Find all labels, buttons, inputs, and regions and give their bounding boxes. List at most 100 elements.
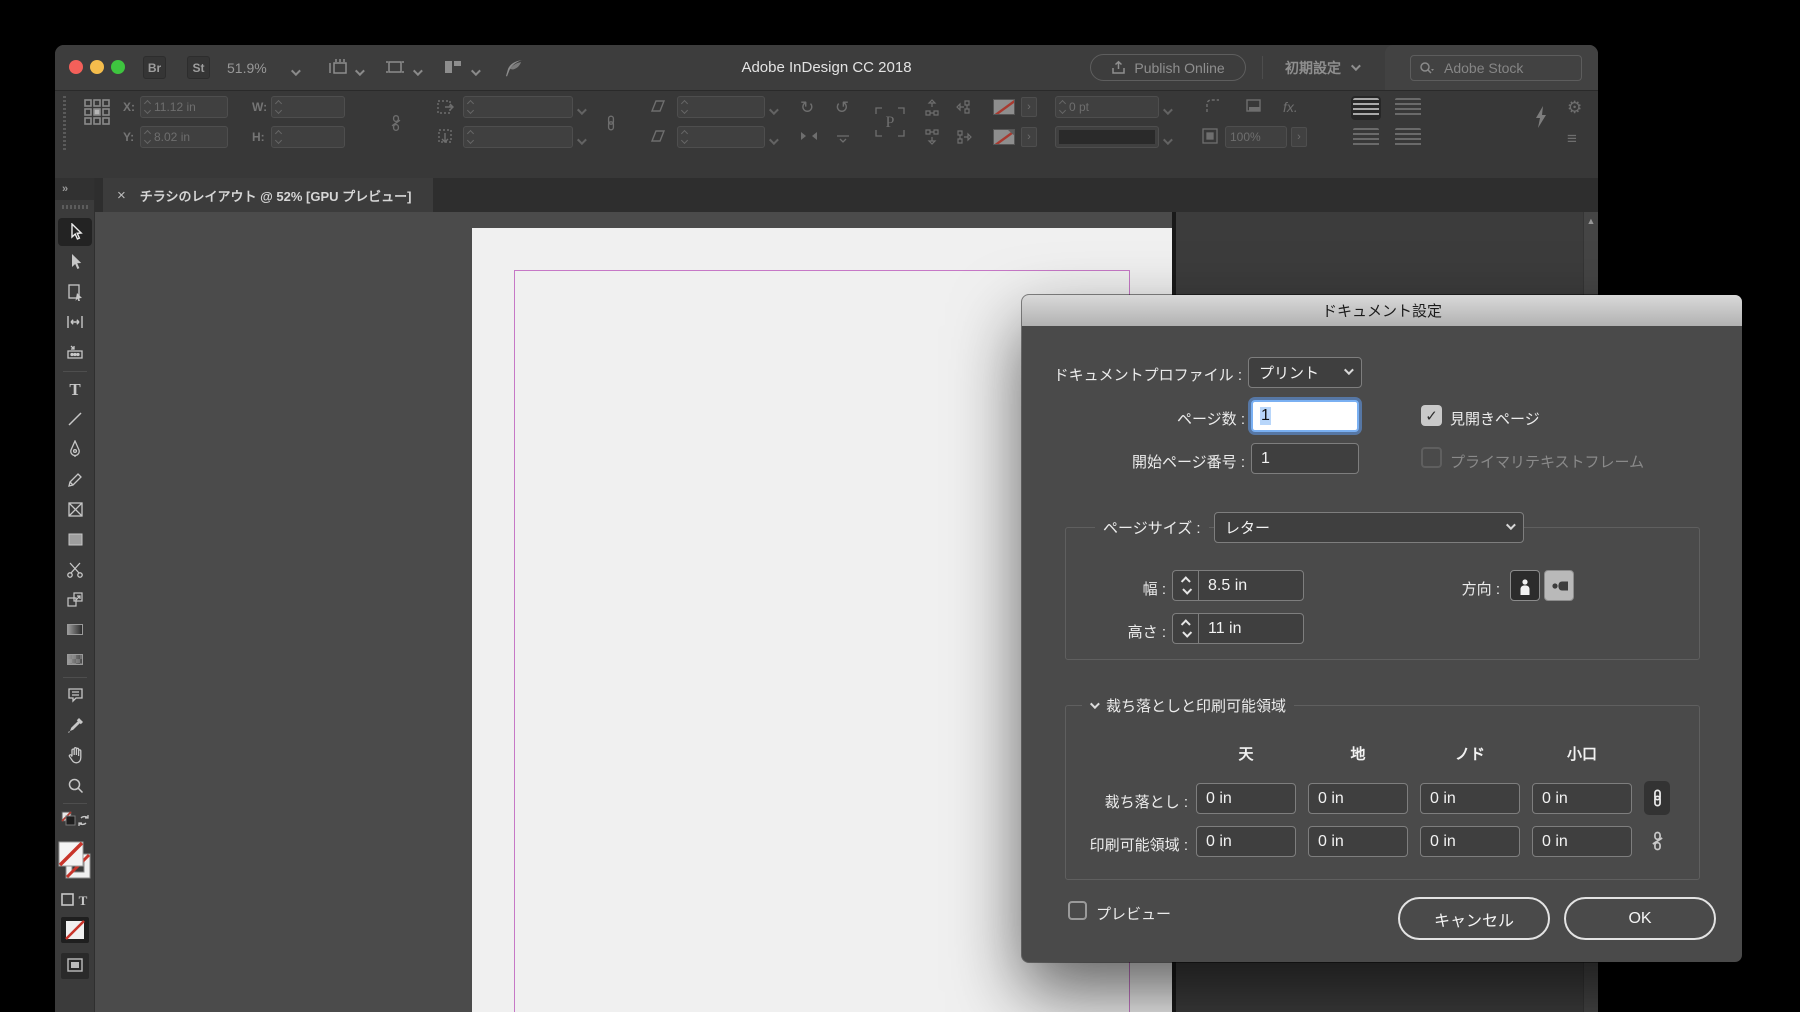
bleed-top-input[interactable]: 0 in (1196, 783, 1296, 814)
reference-point-grid[interactable] (82, 97, 112, 127)
shear-chevron-icon[interactable] (768, 132, 779, 150)
pen-tool[interactable] (55, 435, 95, 463)
stock-search-input[interactable]: Adobe Stock (1410, 55, 1582, 81)
panel-menu-icon[interactable]: ≡ (1567, 129, 1577, 149)
primary-text-frame-checkbox[interactable] (1421, 447, 1442, 468)
tab-close-icon[interactable]: × (117, 187, 126, 204)
apply-color-button[interactable] (55, 914, 95, 946)
gear-icon[interactable]: ⚙ (1567, 98, 1582, 118)
fill-color-more-button[interactable]: › (1021, 127, 1037, 147)
zoom-tool[interactable] (55, 771, 95, 799)
constrain-proportions-broken-link-icon[interactable] (388, 113, 404, 133)
shear-icon[interactable] (650, 99, 666, 113)
fill-color-swatch[interactable] (993, 129, 1015, 145)
stroke-style-dropdown[interactable] (1055, 126, 1159, 148)
start-page-input[interactable]: 1 (1251, 443, 1359, 474)
publish-online-button[interactable]: Publish Online (1090, 54, 1246, 81)
slug-link-button[interactable] (1644, 824, 1670, 858)
preview-checkbox[interactable] (1068, 901, 1087, 920)
height-input[interactable]: 11 in (1198, 613, 1304, 644)
no-text-wrap-button[interactable] (1351, 96, 1381, 120)
document-tab[interactable]: × チラシのレイアウト @ 52% [GPU プレビュー] (103, 178, 433, 212)
rotation-chevron-icon[interactable] (768, 102, 779, 120)
h-field[interactable] (271, 126, 345, 148)
y-field[interactable]: 8.02 in (140, 126, 228, 148)
eyedropper-tool[interactable] (55, 711, 95, 739)
direct-selection-tool[interactable] (55, 248, 95, 276)
frame-tool[interactable] (55, 495, 95, 523)
slug-inside-input[interactable]: 0 in (1420, 826, 1520, 857)
hand-tool[interactable] (55, 741, 95, 769)
formatting-affects-toggle[interactable]: T (55, 890, 95, 910)
profile-dropdown[interactable]: プリント (1248, 357, 1362, 388)
pencil-tool[interactable] (55, 465, 95, 493)
pages-input[interactable]: 1 (1251, 400, 1359, 432)
jump-object-button[interactable] (1395, 128, 1421, 148)
slug-outside-input[interactable]: 0 in (1532, 826, 1632, 857)
shear-angle-icon[interactable] (650, 129, 666, 143)
bleed-slug-caption[interactable]: 裁ち落としと印刷可能領域 (1082, 691, 1295, 720)
notes-tool[interactable] (55, 681, 95, 709)
w-field[interactable] (271, 96, 345, 118)
flip-vertical-icon[interactable] (835, 129, 851, 143)
tools-panel-grip[interactable] (62, 205, 88, 209)
select-previous-object-icon[interactable] (923, 98, 941, 116)
scale-x-field[interactable] (463, 96, 573, 118)
scale-y-field[interactable] (463, 126, 573, 148)
content-collector-tool[interactable] (55, 338, 95, 366)
scale-y-chevron-icon[interactable] (576, 132, 587, 150)
wrap-around-object-button[interactable] (1353, 128, 1379, 148)
ok-button[interactable]: OK (1564, 897, 1716, 940)
stroke-color-swatch[interactable] (993, 99, 1015, 115)
line-tool[interactable] (55, 405, 95, 433)
panel-grip[interactable] (63, 96, 66, 151)
stroke-style-chevron-icon[interactable] (1162, 132, 1173, 150)
free-transform-tool[interactable] (55, 585, 95, 613)
select-container-icon[interactable]: P (873, 105, 907, 139)
gradient-tool[interactable] (55, 615, 95, 643)
stroke-color-more-button[interactable]: › (1021, 97, 1037, 117)
dialog-title-bar[interactable]: ドキュメント設定 (1022, 295, 1742, 326)
apply-gradient-button[interactable] (55, 950, 95, 982)
width-stepper[interactable] (1172, 570, 1199, 601)
bleed-bottom-input[interactable]: 0 in (1308, 783, 1408, 814)
wrap-around-bounding-box-button[interactable] (1395, 98, 1421, 118)
scale-x-icon[interactable] (437, 99, 455, 115)
select-parent-icon[interactable] (955, 128, 973, 146)
slug-bottom-input[interactable]: 0 in (1308, 826, 1408, 857)
orientation-landscape-button[interactable] (1544, 570, 1574, 601)
stroke-weight-chevron-icon[interactable] (1162, 102, 1173, 120)
scale-y-icon[interactable] (437, 129, 455, 145)
selection-tool[interactable] (58, 218, 92, 246)
stroke-weight-field[interactable]: 0 pt (1055, 96, 1159, 118)
fill-stroke-swatches[interactable] (55, 836, 95, 888)
bleed-link-button[interactable] (1644, 781, 1670, 815)
rectangle-tool[interactable] (55, 525, 95, 553)
workspace-switcher[interactable]: 初期設定 (1285, 45, 1361, 90)
x-field[interactable]: 11.12 in (140, 96, 228, 118)
cancel-button[interactable]: キャンセル (1398, 897, 1550, 940)
rotate-cw-icon[interactable]: ↻ (800, 98, 814, 118)
select-next-object-icon[interactable] (955, 98, 973, 116)
scroll-up-icon[interactable]: ▲ (1584, 216, 1598, 226)
rotate-ccw-icon[interactable]: ↺ (835, 98, 849, 118)
bleed-outside-input[interactable]: 0 in (1532, 783, 1632, 814)
gap-tool[interactable] (55, 308, 95, 336)
type-tool[interactable]: T (55, 375, 95, 403)
page-tool[interactable] (55, 278, 95, 306)
select-content-icon[interactable] (923, 128, 941, 146)
tools-panel-expand-button[interactable]: » (55, 178, 94, 200)
scale-link-icon[interactable] (603, 113, 619, 133)
scale-x-chevron-icon[interactable] (576, 102, 587, 120)
height-stepper[interactable] (1172, 613, 1199, 644)
gradient-feather-tool[interactable] (55, 645, 95, 673)
width-input[interactable]: 8.5 in (1198, 570, 1304, 601)
slug-top-input[interactable]: 0 in (1196, 826, 1296, 857)
drop-shadow-icon[interactable] (1245, 98, 1262, 114)
facing-pages-checkbox[interactable]: ✓ (1421, 405, 1442, 426)
page-size-dropdown[interactable]: レター (1214, 512, 1524, 543)
corner-options-icon[interactable] (1205, 98, 1223, 114)
rotation-angle-field[interactable] (677, 96, 765, 118)
frame-fitting-icon[interactable] (1201, 127, 1219, 145)
scissors-tool[interactable] (55, 555, 95, 583)
